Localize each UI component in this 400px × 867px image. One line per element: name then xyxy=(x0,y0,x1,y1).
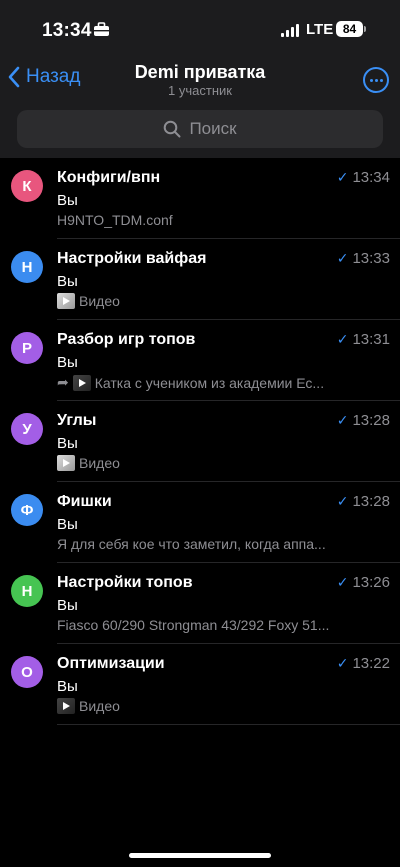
time-label: 13:28 xyxy=(352,412,390,429)
sender-label: Вы xyxy=(57,597,78,614)
check-icon: ✓ xyxy=(336,331,349,347)
signal-icon xyxy=(281,24,299,37)
chat-row[interactable]: Н Настройки топов ✓ 13:26 Вы Fiasco 60/290 St… xyxy=(0,563,400,644)
chat-time: ✓ 13:28 xyxy=(337,493,390,510)
chat-title: Оптимизации xyxy=(57,655,165,672)
chat-title: Настройки топов xyxy=(57,574,193,591)
message-preview: Видео xyxy=(57,455,387,471)
message-preview: H9NTO_TDM.conf xyxy=(57,212,387,228)
dot-icon xyxy=(369,78,373,82)
nav-header: Назад Demi приватка 1 участник Поиск xyxy=(0,58,400,158)
avatar: Н xyxy=(11,251,43,283)
preview-text: Видео xyxy=(79,455,120,471)
video-thumbnail-icon xyxy=(57,698,75,714)
search-icon xyxy=(164,120,181,138)
chat-time: ✓ 13:31 xyxy=(337,331,390,348)
chat-time: ✓ 13:22 xyxy=(337,655,390,672)
preview-text: Fiasco 60/290 Strongman 43/292 Foxy 51..… xyxy=(57,617,330,633)
chat-time: ✓ 13:33 xyxy=(337,250,390,267)
chat-title: Разбор игр топов xyxy=(57,331,196,348)
avatar: Н xyxy=(11,575,43,607)
avatar: Р xyxy=(11,332,43,364)
check-icon: ✓ xyxy=(336,493,349,509)
message-preview: ➦ Катка с учеником из академии Ес... xyxy=(57,374,387,391)
message-preview: Fiasco 60/290 Strongman 43/292 Foxy 51..… xyxy=(57,617,387,633)
home-indicator[interactable] xyxy=(129,853,271,858)
video-thumbnail-icon xyxy=(57,455,75,471)
preview-text: Видео xyxy=(79,698,120,714)
preview-text: Катка с учеником из академии Ес... xyxy=(94,374,325,391)
message-preview: Видео xyxy=(57,698,387,714)
preview-text: Видео xyxy=(79,293,120,309)
status-bar: 13:34 LTE 84 xyxy=(0,0,400,58)
check-icon: ✓ xyxy=(336,250,349,266)
avatar: О xyxy=(11,656,43,688)
preview-text: Я для себя кое что заметил, когда аппа..… xyxy=(57,536,326,552)
chat-time: ✓ 13:34 xyxy=(337,169,390,186)
chat-row[interactable]: У Углы ✓ 13:28 Вы Видео xyxy=(0,401,400,482)
time-label: 13:34 xyxy=(352,169,390,186)
message-preview: Видео xyxy=(57,293,387,309)
sender-label: Вы xyxy=(57,273,78,290)
search-input[interactable]: Поиск xyxy=(17,110,383,148)
avatar: Ф xyxy=(11,494,43,526)
sender-label: Вы xyxy=(57,516,78,533)
time-label: 13:33 xyxy=(352,250,390,267)
briefcase-icon xyxy=(94,22,109,36)
time-label: 13:26 xyxy=(352,574,390,591)
check-icon: ✓ xyxy=(336,412,349,428)
time-label: 13:31 xyxy=(352,331,390,348)
chat-row[interactable]: К Конфиги/впн ✓ 13:34 Вы H9NTO_TDM.conf xyxy=(0,158,400,239)
dot-icon xyxy=(379,78,383,82)
check-icon: ✓ xyxy=(336,574,349,590)
chat-time: ✓ 13:26 xyxy=(337,574,390,591)
chat-title: Настройки вайфая xyxy=(57,250,207,267)
chat-list: К Конфиги/впн ✓ 13:34 Вы H9NTO_TDM.conf Н Настр… xyxy=(0,158,400,725)
sender-label: Вы xyxy=(57,435,78,452)
sender-label: Вы xyxy=(57,354,78,371)
sender-label: Вы xyxy=(57,678,78,695)
battery-icon: 84 xyxy=(336,21,363,37)
sender-label: Вы xyxy=(57,192,78,209)
member-count: 1 участник xyxy=(168,83,232,98)
preview-text: H9NTO_TDM.conf xyxy=(57,212,173,228)
chat-title: Фишки xyxy=(57,493,112,510)
chat-row[interactable]: Р Разбор игр топов ✓ 13:31 Вы ➦ Катка с ученик… xyxy=(0,320,400,401)
chat-row[interactable]: О Оптимизации ✓ 13:22 Вы Видео xyxy=(0,644,400,725)
chat-title: Углы xyxy=(57,412,97,429)
chat-time: ✓ 13:28 xyxy=(337,412,390,429)
battery-tip xyxy=(364,26,366,32)
chat-title: Конфиги/впн xyxy=(57,169,161,186)
more-options-button[interactable] xyxy=(363,67,389,93)
video-thumbnail-icon xyxy=(72,374,91,391)
search-placeholder: Поиск xyxy=(189,119,237,138)
chat-row[interactable]: Н Настройки вайфая ✓ 13:33 Вы Видео xyxy=(0,239,400,320)
time-label: 13:22 xyxy=(352,655,390,672)
check-icon: ✓ xyxy=(336,169,349,185)
divider xyxy=(57,724,400,725)
message-preview: Я для себя кое что заметил, когда аппа..… xyxy=(57,536,387,552)
time-label: 13:28 xyxy=(352,493,390,510)
dot-icon xyxy=(374,78,378,82)
check-icon: ✓ xyxy=(336,655,349,671)
avatar: У xyxy=(11,413,43,445)
avatar: К xyxy=(11,170,43,202)
chat-row[interactable]: Ф Фишки ✓ 13:28 Вы Я для себя кое что заметил… xyxy=(0,482,400,563)
page-title: Demi приватка xyxy=(134,62,266,82)
network-type: LTE xyxy=(306,21,334,38)
status-time: 13:34 xyxy=(42,20,92,41)
forward-icon: ➦ xyxy=(57,374,69,390)
video-thumbnail-icon xyxy=(57,293,75,309)
